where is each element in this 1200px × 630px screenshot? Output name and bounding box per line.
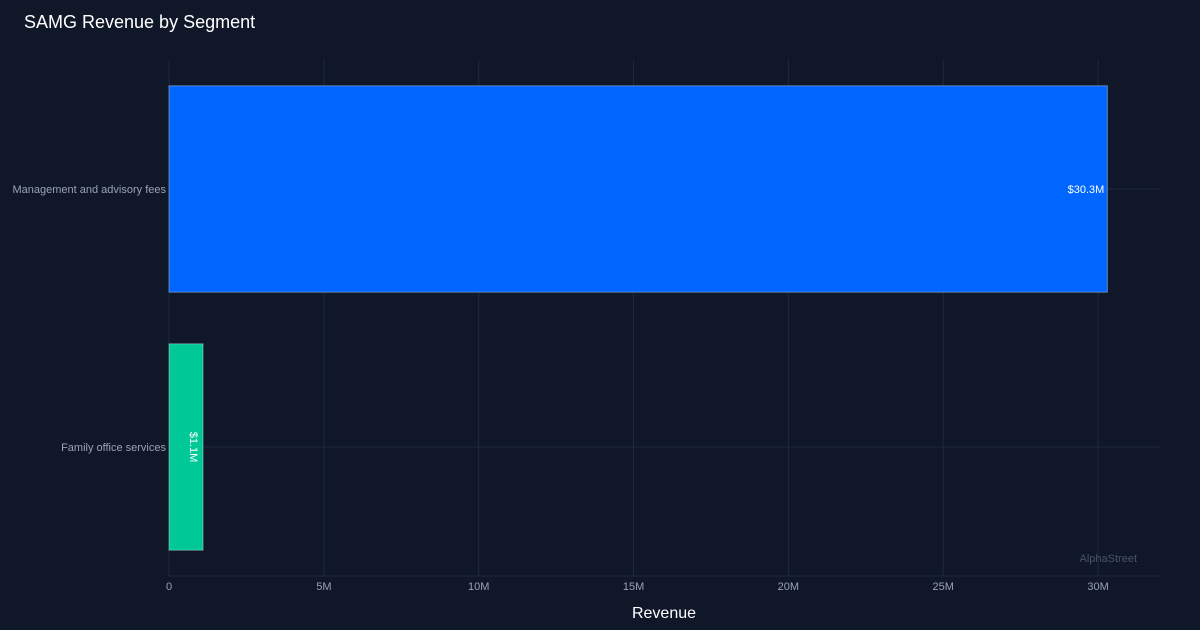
x-tick-label: 30M (1087, 581, 1108, 593)
x-axis: 0 5M 10M 15M 20M 25M 30M (166, 575, 1160, 593)
x-tick-label: 5M (316, 581, 331, 593)
x-axis-title: Revenue (632, 605, 696, 622)
x-tick-label: 25M (933, 581, 954, 593)
x-tick-label: 0 (166, 581, 172, 593)
category-label: Management and advisory fees (13, 184, 167, 196)
bars (168, 85, 1108, 551)
x-tick-label: 10M (468, 581, 489, 593)
category-label: Family office services (61, 442, 166, 454)
x-tick-label: 20M (778, 581, 799, 593)
data-label: $30.3M (1068, 184, 1105, 196)
watermark-text: AlphaStreet (1080, 553, 1137, 565)
data-label: $1.1M (187, 432, 199, 463)
x-tick-label: 15M (623, 581, 644, 593)
bar (168, 85, 1108, 293)
category-labels: Management and advisory fees Family offic… (13, 184, 167, 454)
chart-plot: 0 5M 10M 15M 20M 25M 30M Management and adviso… (13, 60, 1160, 622)
